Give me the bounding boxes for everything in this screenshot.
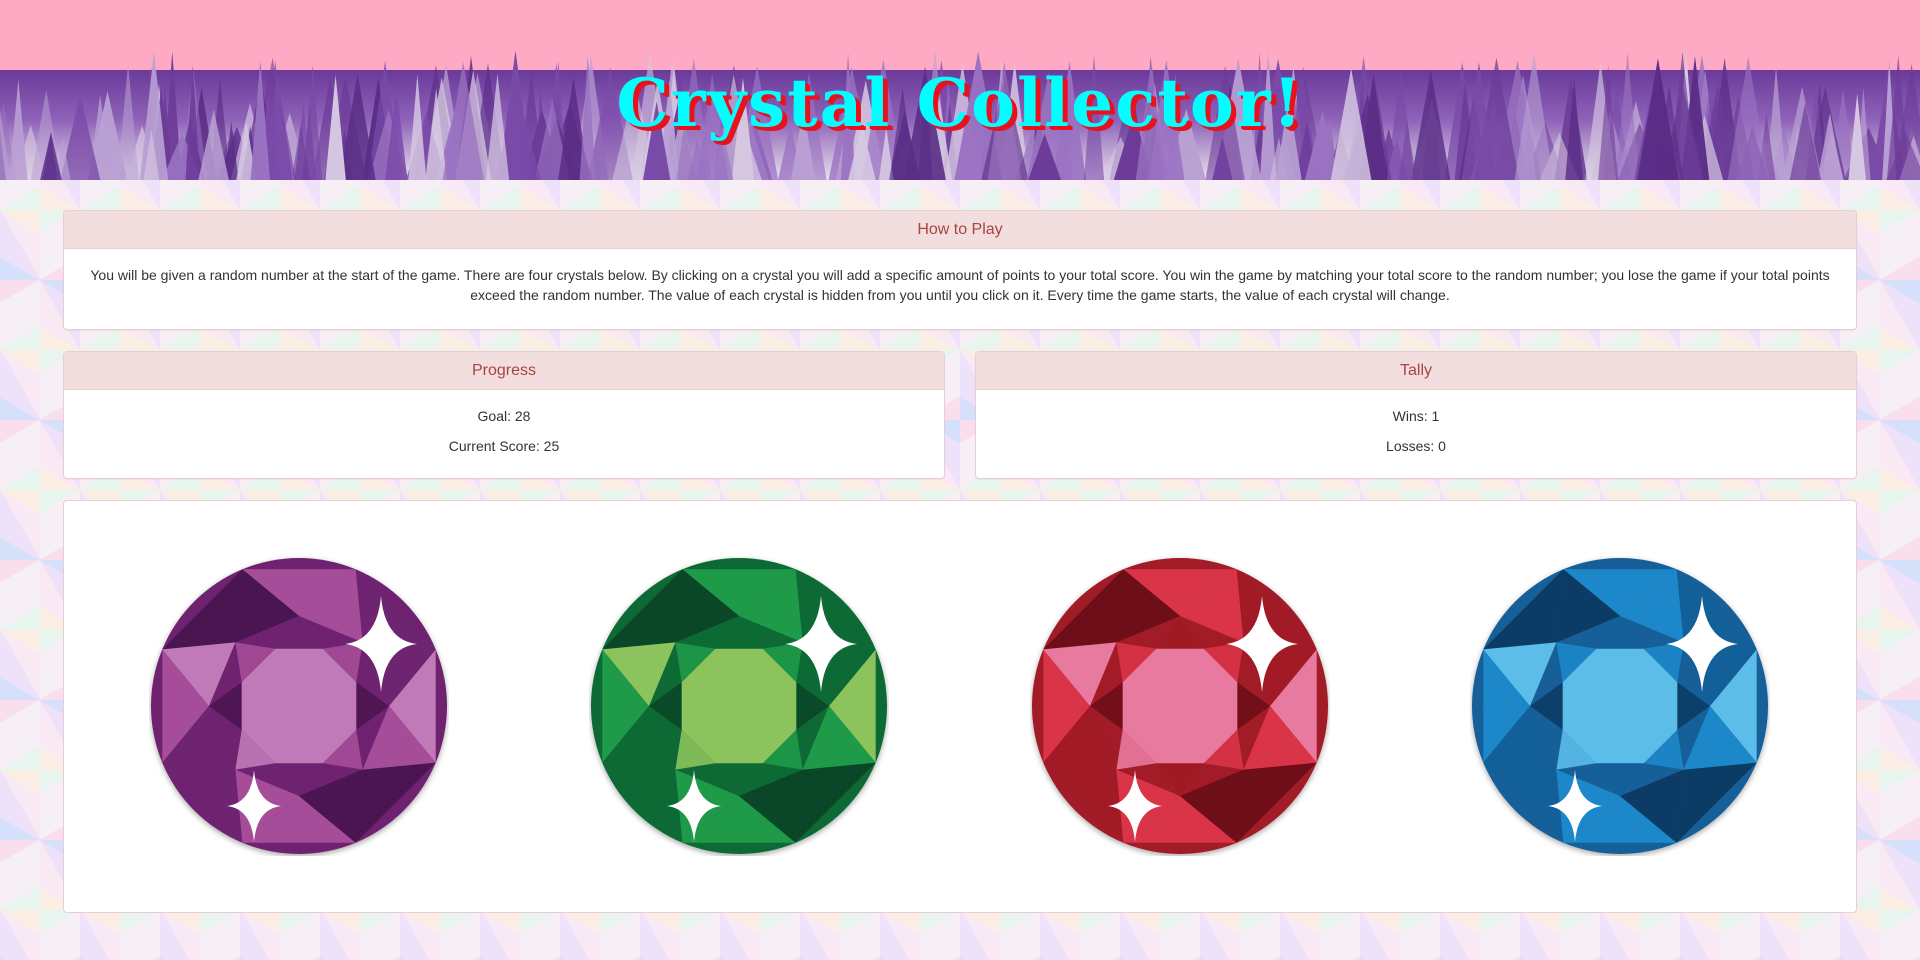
progress-panel: Progress Goal: 28 Current Score: 25 — [63, 351, 945, 479]
purple-crystal-icon — [151, 558, 447, 854]
tally-panel: Tally Wins: 1 Losses: 0 — [975, 351, 1857, 479]
how-to-play-text: You will be given a random number at the… — [90, 267, 1830, 303]
goal-text: Goal: 28 — [477, 408, 531, 424]
blue-crystal-button[interactable] — [1470, 556, 1770, 856]
header-banner: Crystal Collector! — [0, 0, 1920, 180]
current-score-text: Current Score: 25 — [448, 438, 560, 454]
progress-heading: Progress — [64, 352, 944, 390]
red-crystal-button[interactable] — [1030, 556, 1330, 856]
red-crystal-icon — [1032, 558, 1328, 854]
green-crystal-icon — [591, 558, 887, 854]
blue-crystal-icon — [1472, 558, 1768, 854]
tally-heading: Tally — [976, 352, 1856, 390]
green-crystal-button[interactable] — [589, 556, 889, 856]
game-title: Crystal Collector! — [616, 64, 1304, 142]
crystals-panel — [63, 500, 1857, 913]
wins-text: Wins: 1 — [1392, 408, 1440, 424]
purple-crystal-button[interactable] — [149, 556, 449, 856]
how-to-play-heading: How to Play — [64, 211, 1856, 249]
how-to-play-panel: How to Play You will be given a random n… — [63, 210, 1857, 330]
losses-text: Losses: 0 — [1386, 438, 1446, 454]
